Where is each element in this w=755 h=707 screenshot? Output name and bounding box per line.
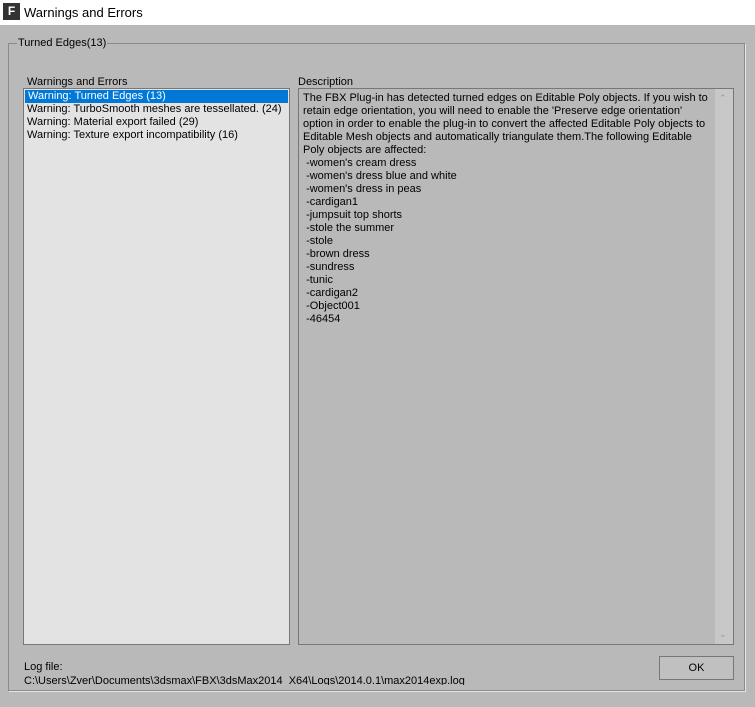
app-icon: F — [3, 3, 20, 20]
scroll-down-icon[interactable]: ⌄ — [719, 629, 727, 640]
list-item[interactable]: Warning: Turned Edges (13) — [25, 90, 288, 103]
ok-button[interactable]: OK — [659, 656, 734, 680]
scrollbar[interactable]: ⌃ ⌄ — [715, 89, 733, 644]
group-label: Turned Edges(13) — [17, 37, 108, 49]
list-item[interactable]: Warning: Texture export incompatibility … — [24, 129, 289, 142]
log-path: C:\Users\Zver\Documents\3dsmax\FBX\3dsMa… — [24, 675, 465, 685]
description-header: Description — [298, 76, 354, 88]
scroll-up-icon[interactable]: ⌃ — [719, 93, 727, 104]
description-text: The FBX Plug-in has detected turned edge… — [303, 92, 708, 325]
list-header: Warnings and Errors — [27, 76, 128, 88]
warnings-list[interactable]: Warning: Turned Edges (13) Warning: Turb… — [23, 88, 290, 645]
window-title: Warnings and Errors — [24, 5, 143, 20]
title-bar: F Warnings and Errors — [0, 0, 755, 25]
list-item[interactable]: Warning: Material export failed (29) — [24, 116, 289, 129]
log-label: Log file: — [24, 661, 63, 673]
list-item[interactable]: Warning: TurboSmooth meshes are tessella… — [24, 103, 289, 116]
description-box[interactable]: The FBX Plug-in has detected turned edge… — [298, 88, 734, 645]
